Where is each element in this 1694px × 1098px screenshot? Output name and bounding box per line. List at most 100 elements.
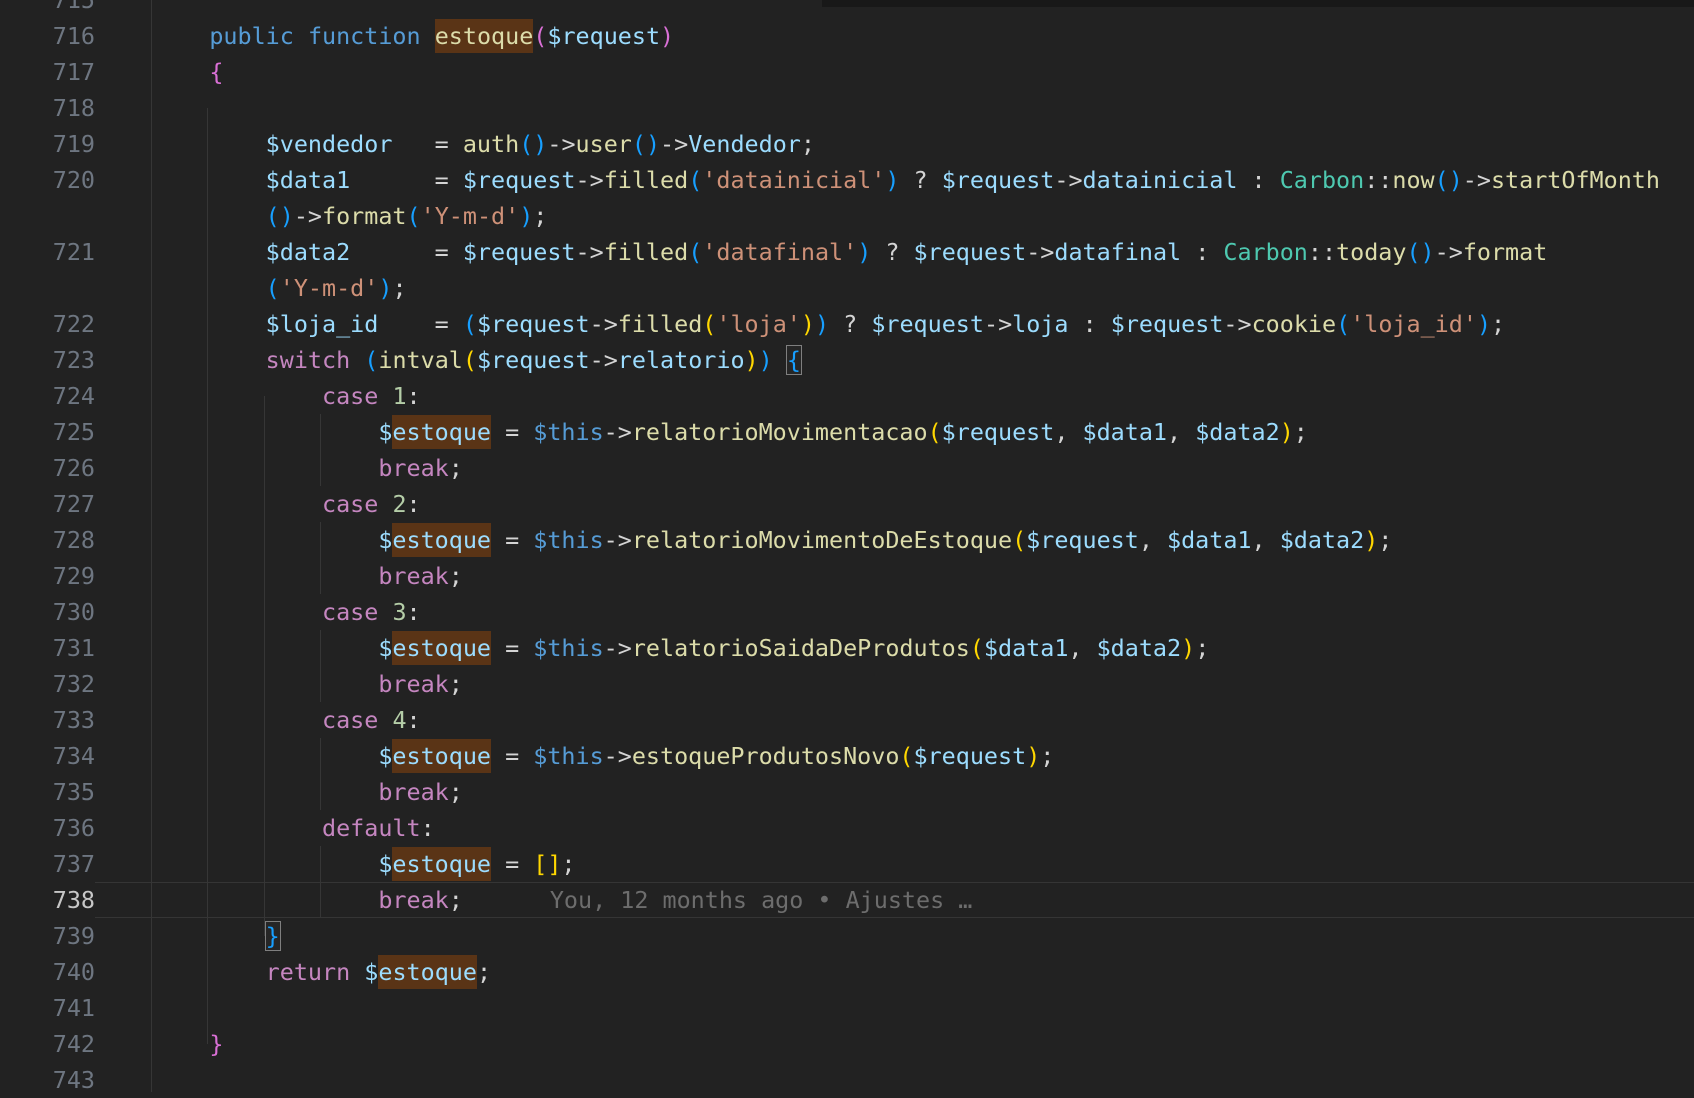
- line-number[interactable]: [0, 198, 95, 234]
- code-token: $request: [477, 310, 590, 338]
- line-number[interactable]: 721: [0, 234, 95, 270]
- code-line[interactable]: 717 {: [0, 54, 1694, 90]
- code-token: =: [491, 850, 533, 878]
- code-token: $request: [1026, 526, 1139, 554]
- code-token: 4: [392, 706, 406, 734]
- line-number[interactable]: 715: [0, 0, 95, 18]
- code-token: ,: [1054, 418, 1082, 446]
- line-number[interactable]: 730: [0, 594, 95, 630]
- code-token: ->: [590, 346, 618, 374]
- code-editor[interactable]: 715716 public function estoque($request)…: [0, 0, 1694, 1098]
- code-line[interactable]: 740 return $estoque;: [0, 954, 1694, 990]
- code-line[interactable]: 727 case 2:: [0, 486, 1694, 522]
- code-line[interactable]: 725 $estoque = $this->relatorioMovimenta…: [0, 414, 1694, 450]
- line-number[interactable]: 739: [0, 918, 95, 954]
- code-token: $this: [533, 742, 603, 770]
- code-token: [153, 850, 378, 878]
- code-line-active[interactable]: 738 break;You, 12 months ago • Ajustes …: [0, 882, 1694, 918]
- code-line[interactable]: 728 $estoque = $this->relatorioMovimento…: [0, 522, 1694, 558]
- code-token: 'datafinal': [702, 238, 857, 266]
- line-number[interactable]: 743: [0, 1062, 95, 1098]
- code-token: ): [1477, 310, 1491, 338]
- code-token: $request: [871, 310, 984, 338]
- code-line[interactable]: 733 case 4:: [0, 702, 1694, 738]
- code-line[interactable]: 741: [0, 990, 1694, 1026]
- line-number[interactable]: 738: [0, 882, 95, 918]
- code-line[interactable]: 724 case 1:: [0, 378, 1694, 414]
- line-number[interactable]: 720: [0, 162, 95, 198]
- line-number[interactable]: 733: [0, 702, 95, 738]
- code-line[interactable]: 716 public function estoque($request): [0, 18, 1694, 54]
- code-token: ;: [1491, 310, 1505, 338]
- code-token: ;: [449, 454, 463, 482]
- code-token: (: [688, 238, 702, 266]
- code-line[interactable]: 734 $estoque = $this->estoqueProdutosNov…: [0, 738, 1694, 774]
- line-number[interactable]: 728: [0, 522, 95, 558]
- code-line[interactable]: ()->format('Y-m-d');: [0, 198, 1694, 234]
- code-line[interactable]: 721 $data2 = $request->filled('datafinal…: [0, 234, 1694, 270]
- code-token: datainicial: [1083, 166, 1238, 194]
- highlighted-word-estoque: estoque: [392, 415, 491, 449]
- line-number[interactable]: 722: [0, 306, 95, 342]
- code-token: $data2: [1280, 526, 1365, 554]
- line-number[interactable]: 717: [0, 54, 95, 90]
- line-number[interactable]: 736: [0, 810, 95, 846]
- line-content: [95, 1062, 1694, 1098]
- code-line[interactable]: 730 case 3:: [0, 594, 1694, 630]
- line-number[interactable]: 740: [0, 954, 95, 990]
- line-number[interactable]: [0, 270, 95, 306]
- code-token: loja: [1012, 310, 1068, 338]
- code-line[interactable]: 720 $data1 = $request->filled('datainici…: [0, 162, 1694, 198]
- code-token: [153, 238, 266, 266]
- code-token: :: [407, 598, 421, 626]
- line-number[interactable]: 732: [0, 666, 95, 702]
- line-number[interactable]: 735: [0, 774, 95, 810]
- code-token: 'loja_id': [1350, 310, 1477, 338]
- code-token: $data2: [266, 238, 351, 266]
- code-line[interactable]: 735 break;: [0, 774, 1694, 810]
- code-line[interactable]: 732 break;: [0, 666, 1694, 702]
- line-content: [95, 0, 1694, 18]
- line-number[interactable]: 724: [0, 378, 95, 414]
- line-number[interactable]: 737: [0, 846, 95, 882]
- code-line[interactable]: 719 $vendedor = auth()->user()->Vendedor…: [0, 126, 1694, 162]
- code-token: format: [322, 202, 407, 230]
- code-line[interactable]: 722 $loja_id = ($request->filled('loja')…: [0, 306, 1694, 342]
- code-token: ->: [294, 202, 322, 230]
- code-token: relatorioMovimentoDeEstoque: [632, 526, 1012, 554]
- code-line[interactable]: 729 break;: [0, 558, 1694, 594]
- line-number[interactable]: 741: [0, 990, 95, 1026]
- code-token: $this: [533, 526, 603, 554]
- code-token: $this: [533, 418, 603, 446]
- line-number[interactable]: 725: [0, 414, 95, 450]
- code-token: $: [364, 958, 378, 986]
- code-line[interactable]: 718: [0, 90, 1694, 126]
- line-number[interactable]: 729: [0, 558, 95, 594]
- code-line[interactable]: 723 switch (intval($request->relatorio))…: [0, 342, 1694, 378]
- code-line[interactable]: 743: [0, 1062, 1694, 1098]
- line-number[interactable]: 727: [0, 486, 95, 522]
- code-line[interactable]: 731 $estoque = $this->relatorioSaidaDePr…: [0, 630, 1694, 666]
- line-number[interactable]: 731: [0, 630, 95, 666]
- code-line[interactable]: 739 }: [0, 918, 1694, 954]
- code-token: [153, 598, 322, 626]
- code-token: ;: [1195, 634, 1209, 662]
- line-content: $estoque = [];: [95, 846, 1694, 882]
- code-token: [153, 634, 378, 662]
- line-number[interactable]: 734: [0, 738, 95, 774]
- line-content: case 2:: [95, 486, 1694, 522]
- line-number[interactable]: 723: [0, 342, 95, 378]
- line-number[interactable]: 726: [0, 450, 95, 486]
- code-line[interactable]: 737 $estoque = [];: [0, 846, 1694, 882]
- code-line[interactable]: 726 break;: [0, 450, 1694, 486]
- code-token: case: [322, 490, 378, 518]
- code-line[interactable]: 742 }: [0, 1026, 1694, 1062]
- code-line[interactable]: 715: [0, 0, 1694, 18]
- code-line[interactable]: 736 default:: [0, 810, 1694, 846]
- code-token: }: [266, 922, 280, 950]
- line-number[interactable]: 742: [0, 1026, 95, 1062]
- code-line[interactable]: ('Y-m-d');: [0, 270, 1694, 306]
- line-number[interactable]: 719: [0, 126, 95, 162]
- line-number[interactable]: 718: [0, 90, 95, 126]
- line-number[interactable]: 716: [0, 18, 95, 54]
